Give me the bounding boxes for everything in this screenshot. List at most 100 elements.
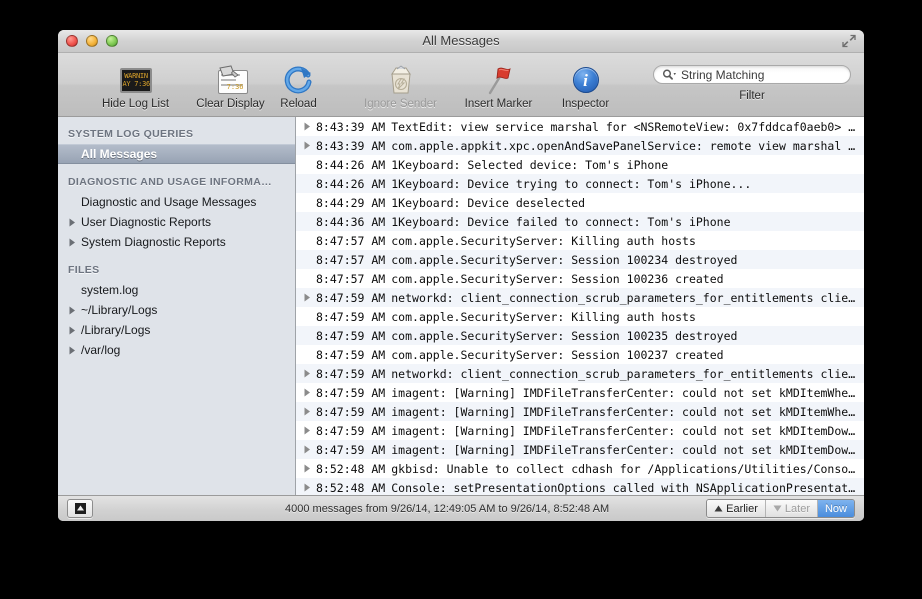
- log-row-timestamp: 8:44:36 AM: [316, 214, 386, 229]
- sidebar-item-label: User Diagnostic Reports: [81, 215, 212, 229]
- filter-search-field[interactable]: [653, 65, 851, 84]
- log-row-message: 1Keyboard: Selected device: Tom's iPhone: [391, 157, 669, 172]
- message-count-text: 4000 messages from 9/26/14, 12:49:05 AM …: [285, 502, 610, 515]
- sidebar-item-library-logs[interactable]: /Library/Logs: [58, 320, 295, 340]
- inspector-label: Inspector: [561, 98, 610, 110]
- sidebar-item-system-log[interactable]: system.log: [58, 280, 295, 300]
- search-input[interactable]: [681, 67, 842, 82]
- log-row[interactable]: 8:47:59 AM imagent: [Warning] IMDFileTran…: [296, 383, 864, 402]
- log-row[interactable]: 8:47:57 AM com.apple.SecurityServer: Sess…: [296, 269, 864, 288]
- sidebar-item-system-diagnostic-reports[interactable]: System Diagnostic Reports: [58, 232, 295, 252]
- log-row-message: 1Keyboard: Device deselected: [391, 195, 586, 210]
- log-pane: 8:43:39 AM TextEdit: view service marshal…: [296, 117, 864, 495]
- toolbar: WARNIN AY 7:36 Hide Log List 7:36 Clear …: [58, 53, 864, 117]
- fullscreen-arrows-icon[interactable]: [841, 33, 857, 49]
- log-row[interactable]: 8:47:57 AM com.apple.SecurityServer: Kill…: [296, 231, 864, 250]
- log-row[interactable]: 8:52:48 AM Console: setPresentationOption…: [296, 478, 864, 495]
- log-row-message: com.apple.SecurityServer: Session 100236…: [391, 271, 724, 286]
- log-row[interactable]: 8:44:36 AM 1Keyboard: Device failed to co…: [296, 212, 864, 231]
- ignore-sender-label: Ignore Sender: [364, 98, 437, 110]
- log-row[interactable]: 8:47:59 AM networkd: client_connection_sc…: [296, 364, 864, 383]
- sidebar-item-label: ~/Library/Logs: [81, 303, 158, 317]
- disclosure-triangle-icon[interactable]: [296, 388, 316, 397]
- disclosure-triangle-icon[interactable]: [66, 326, 78, 335]
- log-row-timestamp: 8:47:57 AM: [316, 252, 386, 267]
- log-row[interactable]: 8:47:59 AM com.apple.SecurityServer: Sess…: [296, 326, 864, 345]
- log-row[interactable]: 8:44:26 AM 1Keyboard: Device trying to co…: [296, 174, 864, 193]
- log-row[interactable]: 8:44:26 AM 1Keyboard: Selected device: To…: [296, 155, 864, 174]
- log-window-icon[interactable]: [67, 499, 93, 518]
- earlier-button[interactable]: Earlier: [707, 500, 766, 517]
- log-row-timestamp: 8:47:59 AM: [316, 423, 386, 438]
- sidebar-item-label: /var/log: [81, 343, 121, 357]
- disclosure-triangle-icon[interactable]: [296, 141, 316, 150]
- console-window: All Messages WARNIN AY 7:36 Hide Log Lis…: [58, 30, 864, 521]
- hide-log-list-button[interactable]: WARNIN AY 7:36 Hide Log List: [83, 64, 188, 110]
- log-row[interactable]: 8:47:57 AM com.apple.SecurityServer: Sess…: [296, 250, 864, 269]
- disclosure-triangle-icon[interactable]: [296, 407, 316, 416]
- search-magnifier-icon[interactable]: [662, 69, 677, 80]
- disclosure-triangle-icon[interactable]: [66, 346, 78, 355]
- log-row[interactable]: 8:47:59 AM imagent: [Warning] IMDFileTran…: [296, 421, 864, 440]
- sidebar-item-label: All Messages: [81, 147, 158, 161]
- log-row-message: imagent: [Warning] IMDFileTransferCenter…: [391, 385, 860, 400]
- disclosure-triangle-icon[interactable]: [296, 122, 316, 131]
- log-row-timestamp: 8:43:39 AM: [316, 119, 386, 134]
- disclosure-triangle-icon[interactable]: [296, 426, 316, 435]
- log-row[interactable]: 8:52:48 AM gkbisd: Unable to collect cdha…: [296, 459, 864, 478]
- disclosure-triangle-icon[interactable]: [296, 445, 316, 454]
- hide-log-list-label: Hide Log List: [101, 98, 170, 110]
- log-row[interactable]: 8:47:59 AM imagent: [Warning] IMDFileTran…: [296, 440, 864, 459]
- earlier-label: Earlier: [726, 502, 758, 515]
- log-row-timestamp: 8:44:26 AM: [316, 176, 386, 191]
- reload-button[interactable]: Reload: [265, 64, 332, 110]
- log-row-timestamp: 8:47:59 AM: [316, 328, 386, 343]
- log-row-message: imagent: [Warning] IMDFileTransferCenter…: [391, 404, 860, 419]
- log-row-message: Console: setPresentationOptions called w…: [391, 480, 860, 495]
- window-body: SYSTEM LOG QUERIES All Messages DIAGNOST…: [58, 117, 864, 495]
- sidebar-item-var-log[interactable]: /var/log: [58, 340, 295, 360]
- log-row[interactable]: 8:43:39 AM TextEdit: view service marshal…: [296, 117, 864, 136]
- log-row-timestamp: 8:47:57 AM: [316, 271, 386, 286]
- disclosure-triangle-icon[interactable]: [296, 464, 316, 473]
- sidebar-item-user-diagnostic-reports[interactable]: User Diagnostic Reports: [58, 212, 295, 232]
- log-row-message: imagent: [Warning] IMDFileTransferCenter…: [391, 442, 860, 457]
- log-message-list[interactable]: 8:43:39 AM TextEdit: view service marshal…: [296, 117, 864, 495]
- log-row-message: gkbisd: Unable to collect cdhash for /Ap…: [391, 461, 860, 476]
- title-bar: All Messages: [58, 30, 864, 53]
- disclosure-triangle-icon[interactable]: [296, 293, 316, 302]
- log-row[interactable]: 8:43:39 AM com.apple.appkit.xpc.openAndSa…: [296, 136, 864, 155]
- info-circle-icon: i: [533, 64, 638, 96]
- disclosure-triangle-icon[interactable]: [296, 369, 316, 378]
- log-row[interactable]: 8:44:29 AM 1Keyboard: Device deselected: [296, 193, 864, 212]
- disclosure-triangle-icon[interactable]: [66, 218, 78, 227]
- log-row[interactable]: 8:47:59 AM networkd: client_connection_sc…: [296, 288, 864, 307]
- log-row-message: com.apple.SecurityServer: Killing auth h…: [391, 233, 696, 248]
- log-row-message: networkd: client_connection_scrub_parame…: [391, 290, 860, 305]
- log-row-message: imagent: [Warning] IMDFileTransferCenter…: [391, 423, 860, 438]
- sidebar-header-system-log-queries: SYSTEM LOG QUERIES: [68, 128, 194, 140]
- disclosure-triangle-icon[interactable]: [66, 306, 78, 315]
- log-row-message: com.apple.appkit.xpc.openAndSavePanelSer…: [391, 138, 860, 153]
- sidebar-item-diagnostic-and-usage-messages[interactable]: Diagnostic and Usage Messages: [58, 192, 295, 212]
- clear-display-icon-text: 7:36: [226, 83, 244, 91]
- sidebar-item-all-messages[interactable]: All Messages: [58, 144, 295, 164]
- now-label: Now: [824, 502, 847, 515]
- filter-label: Filter: [739, 90, 765, 102]
- sidebar-item-user-library-logs[interactable]: ~/Library/Logs: [58, 300, 295, 320]
- disclosure-triangle-icon[interactable]: [296, 483, 316, 492]
- log-row-timestamp: 8:52:48 AM: [316, 461, 386, 476]
- ignore-sender-button[interactable]: Ignore Sender: [348, 64, 453, 110]
- sidebar: SYSTEM LOG QUERIES All Messages DIAGNOST…: [58, 117, 296, 495]
- log-row[interactable]: 8:47:59 AM com.apple.SecurityServer: Sess…: [296, 345, 864, 364]
- time-navigation-segmented-control: Earlier Later Now: [706, 499, 855, 518]
- inspector-button[interactable]: i Inspector: [533, 64, 638, 110]
- log-row[interactable]: 8:47:59 AM com.apple.SecurityServer: Kill…: [296, 307, 864, 326]
- log-row-message: networkd: client_connection_scrub_parame…: [391, 366, 860, 381]
- sidebar-item-label: System Diagnostic Reports: [81, 235, 226, 249]
- log-row-timestamp: 8:44:29 AM: [316, 195, 386, 210]
- later-button[interactable]: Later: [765, 500, 818, 517]
- now-button[interactable]: Now: [817, 500, 854, 517]
- disclosure-triangle-icon[interactable]: [66, 238, 78, 247]
- log-row[interactable]: 8:47:59 AM imagent: [Warning] IMDFileTran…: [296, 402, 864, 421]
